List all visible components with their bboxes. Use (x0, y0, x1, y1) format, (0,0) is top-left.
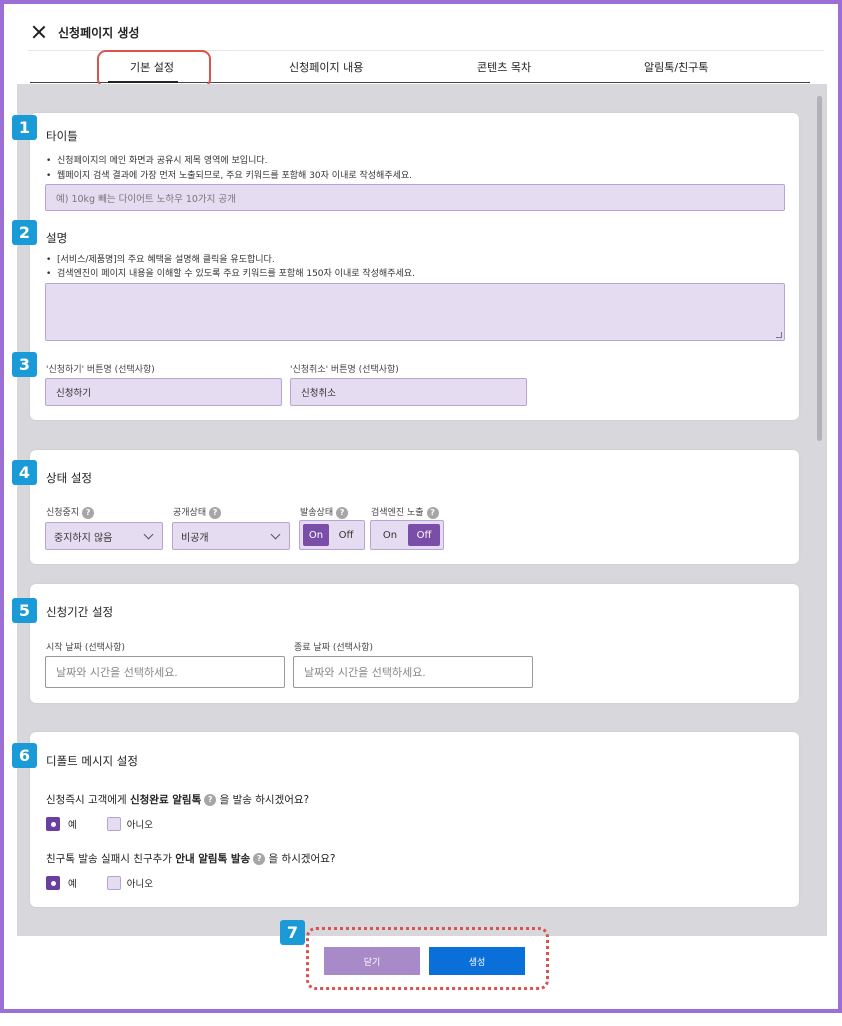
step-badge-3: 3 (12, 352, 37, 377)
send-status-label: 발송상태? (300, 505, 349, 519)
help-icon[interactable]: ? (209, 506, 222, 519)
question-completion-alimtalk: 신청즉시 고객에게 신청완료 알림톡? 을 발송 하시겠어요? (46, 794, 310, 806)
tab-alimtalk[interactable]: 알림톡/친구톡 (644, 59, 708, 75)
public-label: 공개상태? (173, 505, 222, 519)
radio-yes-checked[interactable] (46, 817, 60, 831)
search-exposure-on[interactable]: On (374, 524, 406, 546)
close-icon[interactable] (32, 25, 46, 39)
step-badge-2: 2 (12, 220, 37, 245)
chevron-down-icon (270, 529, 281, 540)
close-button[interactable]: 닫기 (324, 947, 420, 975)
description-bullet-1: • [서비스/제품명]의 주요 혜택을 설명해 클릭을 유도합니다. (46, 255, 275, 265)
chevron-down-icon (143, 529, 154, 540)
step-badge-1: 1 (12, 115, 37, 140)
fallback-alimtalk-options: 예 아니오 (46, 876, 153, 890)
scrollbar[interactable] (817, 96, 822, 441)
help-icon[interactable]: ? (253, 853, 266, 865)
radio-yes-label: 예 (68, 879, 77, 890)
end-date-input[interactable]: 날짜와 시간을 선택하세요. (293, 656, 533, 688)
question-fallback-alimtalk: 친구톡 발송 실패시 친구추가 안내 알림톡 발송? 을 하시겠어요? (46, 853, 336, 865)
stop-select[interactable]: 중지하지 않음 (45, 522, 163, 550)
radio-yes-label: 예 (68, 820, 77, 831)
tab-content-toc[interactable]: 콘텐츠 목차 (477, 59, 531, 75)
help-icon[interactable]: ? (426, 506, 439, 519)
apply-button-name-input[interactable]: 신청하기 (45, 378, 282, 406)
title-bullet-2: • 웹페이지 검색 결과에 가장 먼저 노출되므로, 주요 키워드를 포함해 3… (46, 171, 413, 181)
cancel-button-name-label: '신청취소' 버튼명 (선택사항) (290, 365, 399, 375)
end-date-label: 종료 날짜 (선택사항) (294, 643, 373, 653)
create-button[interactable]: 생성 (429, 947, 525, 975)
start-date-label: 시작 날짜 (선택사항) (46, 643, 125, 653)
search-exposure-off[interactable]: Off (408, 524, 440, 546)
default-message-heading: 디폴트 메시지 설정 (46, 754, 138, 768)
radio-no[interactable] (106, 876, 121, 890)
step-badge-6: 6 (12, 743, 37, 768)
step-badge-5: 5 (12, 598, 37, 623)
modal-title: 신청페이지 생성 (58, 26, 140, 40)
help-icon[interactable]: ? (336, 506, 349, 519)
tab-page-content[interactable]: 신청페이지 내용 (289, 59, 363, 75)
step-badge-7: 7 (280, 920, 305, 945)
period-heading: 신청기간 설정 (46, 605, 114, 619)
title-input[interactable]: 예) 10kg 빼는 다이어트 노하우 10가지 공개 (45, 184, 785, 211)
help-icon[interactable]: ? (204, 794, 217, 806)
completion-alimtalk-options: 예 아니오 (46, 817, 153, 831)
search-exposure-toggle: On Off (370, 520, 444, 550)
description-heading: 설명 (46, 231, 68, 245)
radio-no[interactable] (106, 817, 121, 831)
search-exposure-label: 검색엔진 노출? (371, 505, 439, 519)
tab-highlight-annotation (97, 50, 211, 88)
send-status-toggle: On Off (299, 520, 365, 550)
stop-label: 신청중지? (46, 505, 95, 519)
status-heading: 상태 설정 (46, 471, 92, 485)
apply-button-name-label: '신청하기' 버튼명 (선택사항) (46, 365, 155, 375)
description-textarea[interactable] (45, 283, 785, 341)
description-bullet-2: • 검색엔진이 페이지 내용을 이해할 수 있도록 주요 키워드를 포함해 15… (46, 269, 415, 279)
send-status-on[interactable]: On (303, 524, 329, 546)
radio-no-label: 아니오 (126, 820, 153, 831)
radio-no-label: 아니오 (126, 879, 153, 890)
title-bullet-1: • 신청페이지의 메인 화면과 공유시 제목 영역에 보입니다. (46, 156, 268, 166)
send-status-off[interactable]: Off (331, 524, 361, 546)
radio-yes-checked[interactable] (46, 876, 60, 890)
title-heading: 타이틀 (46, 129, 78, 143)
cancel-button-name-input[interactable]: 신청취소 (290, 378, 527, 406)
step-badge-4: 4 (12, 460, 37, 485)
start-date-input[interactable]: 날짜와 시간을 선택하세요. (45, 656, 285, 688)
resize-handle-icon[interactable] (776, 332, 782, 338)
public-select[interactable]: 비공개 (172, 522, 290, 550)
help-icon[interactable]: ? (82, 506, 95, 519)
modal-header: 신청페이지 생성 (4, 4, 838, 50)
